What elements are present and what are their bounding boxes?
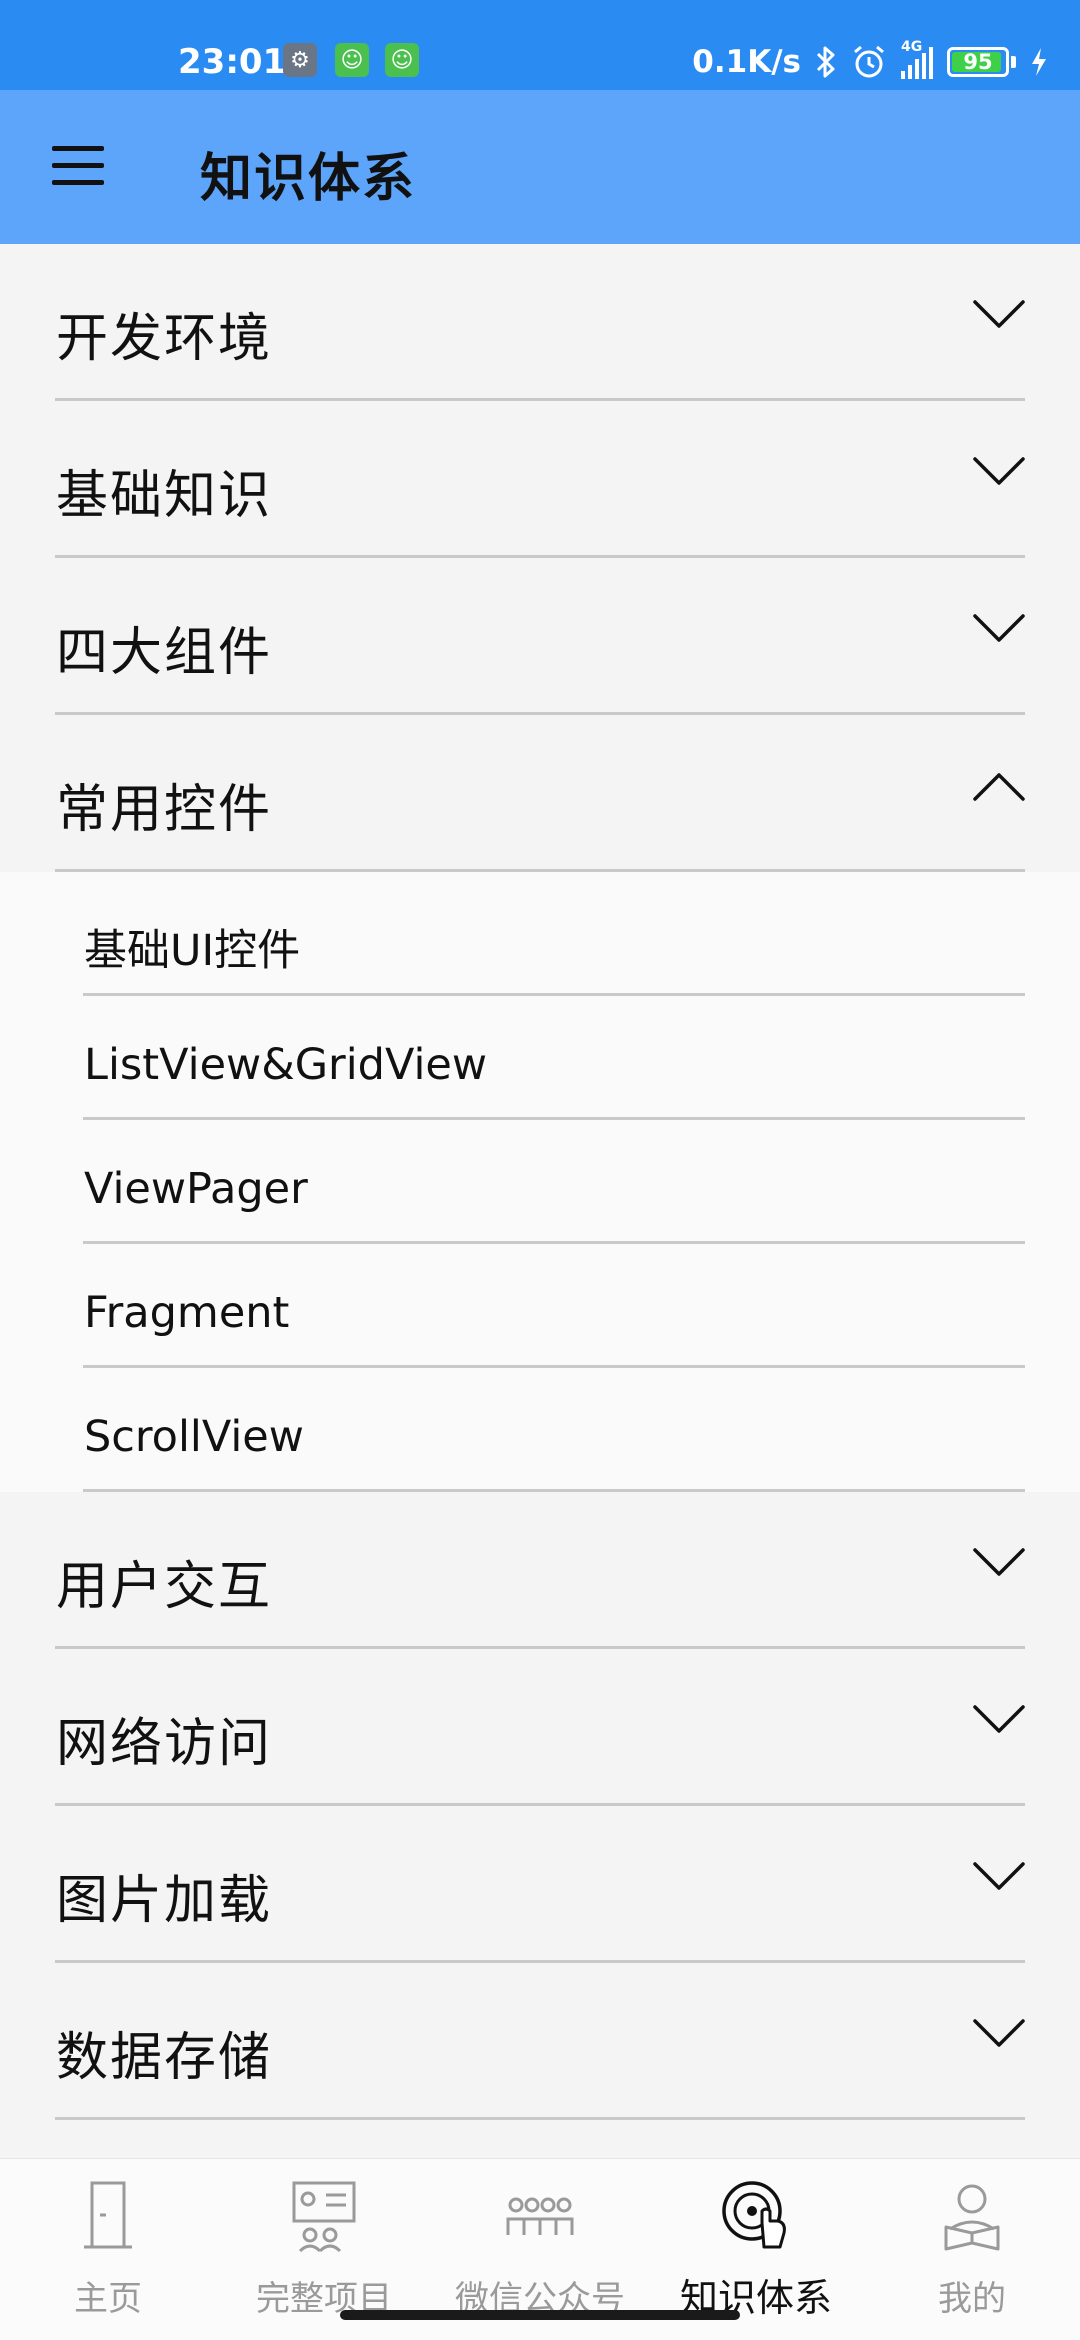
category-list[interactable]: 开发环境基础知识四大组件常用控件基础UI控件 ListView&GridView V… (0, 244, 1080, 2158)
battery-icon: 95 (947, 47, 1009, 77)
nav-item-wechat[interactable]: 微信公众号 (432, 2173, 648, 2323)
category-row[interactable]: 四大组件 (0, 558, 1080, 715)
bluetooth-icon (816, 46, 835, 78)
battery-level: 95 (963, 50, 993, 74)
subcategory-row[interactable]: 基础UI控件 (0, 872, 1080, 996)
app-notification-icon: ☺ (335, 43, 369, 77)
category-label: 数据存储 (56, 2028, 273, 2088)
category-label: 图片加载 (56, 1871, 273, 1931)
alarm-icon (854, 45, 884, 78)
hand-disc-icon (722, 2181, 786, 2249)
group-people-icon (506, 2197, 574, 2235)
subcategory-label: ListView&GridView (84, 1040, 488, 1090)
hamburger-menu-icon[interactable] (52, 146, 104, 186)
subcategory-list: 基础UI控件 ListView&GridView ViewPager Fragment… (0, 872, 1080, 1492)
nav-label-home: 主页 (74, 2279, 142, 2319)
category-label: 网络访问 (56, 1714, 273, 1774)
category-label: 基础知识 (56, 466, 273, 526)
category-label: 用户交互 (56, 1557, 273, 1617)
signal-type-label: 4G (901, 39, 923, 55)
nav-item-knowledge[interactable]: 知识体系 (648, 2173, 864, 2323)
subcategory-row[interactable]: ViewPager (0, 1120, 1080, 1244)
category-row[interactable]: 图片加载 (0, 1806, 1080, 1963)
chevron-up-icon[interactable] (972, 769, 1026, 803)
door-icon (84, 2181, 132, 2249)
chevron-down-icon[interactable] (972, 1703, 1026, 1737)
subcategory-label: 基础UI控件 (84, 926, 301, 976)
category-label: 常用控件 (56, 780, 273, 840)
chevron-down-icon[interactable] (972, 2017, 1026, 2051)
subcategory-row[interactable]: ScrollView (0, 1368, 1080, 1492)
battery-cap (1011, 56, 1016, 68)
subcategory-label: Fragment (84, 1288, 290, 1338)
subcategory-label: ScrollView (84, 1412, 304, 1462)
chevron-down-icon[interactable] (972, 612, 1026, 646)
page-title: 知识体系 (200, 149, 417, 209)
nav-item-mine[interactable]: 我的 (864, 2173, 1080, 2323)
settings-icon: ⚙ (283, 43, 317, 77)
status-right-group: 0.1K/s 4G 95 (692, 39, 1048, 82)
category-label: 开发环境 (56, 309, 273, 369)
app-notification-icon: ☺ (385, 43, 419, 77)
subcategory-row[interactable]: ListView&GridView (0, 996, 1080, 1120)
divider (55, 2117, 1025, 2120)
chevron-down-icon[interactable] (972, 1546, 1026, 1580)
signal-icon: 4G (901, 39, 933, 79)
network-speed: 0.1K/s (692, 44, 801, 80)
category-label: 四大组件 (56, 623, 273, 683)
category-row[interactable]: 网络访问 (0, 1649, 1080, 1806)
presentation-board-icon (292, 2181, 356, 2253)
subcategory-label: ViewPager (84, 1164, 308, 1214)
reader-person-icon (944, 2184, 1000, 2251)
nav-label-mine: 我的 (938, 2279, 1006, 2319)
home-indicator[interactable] (340, 2310, 740, 2320)
nav-item-home[interactable]: 主页 (0, 2173, 216, 2323)
chevron-down-icon[interactable] (972, 298, 1026, 332)
chevron-down-icon[interactable] (972, 455, 1026, 489)
app-bar: 知识体系 (0, 90, 1080, 244)
nav-item-projects[interactable]: 完整项目 (216, 2173, 432, 2323)
status-time: 23:01 (178, 42, 287, 82)
charging-icon (1032, 48, 1046, 76)
category-row[interactable]: 用户交互 (0, 1492, 1080, 1649)
chevron-down-icon[interactable] (972, 1860, 1026, 1894)
subcategory-row[interactable]: Fragment (0, 1244, 1080, 1368)
status-bar: 23:01 ⚙ ☺ ☺ 0.1K/s 4G 95 (0, 0, 1080, 90)
category-row[interactable]: 开发环境 (0, 244, 1080, 401)
category-row[interactable]: 数据存储 (0, 1963, 1080, 2120)
category-row[interactable]: 基础知识 (0, 401, 1080, 558)
category-row[interactable]: 常用控件 (0, 715, 1080, 872)
